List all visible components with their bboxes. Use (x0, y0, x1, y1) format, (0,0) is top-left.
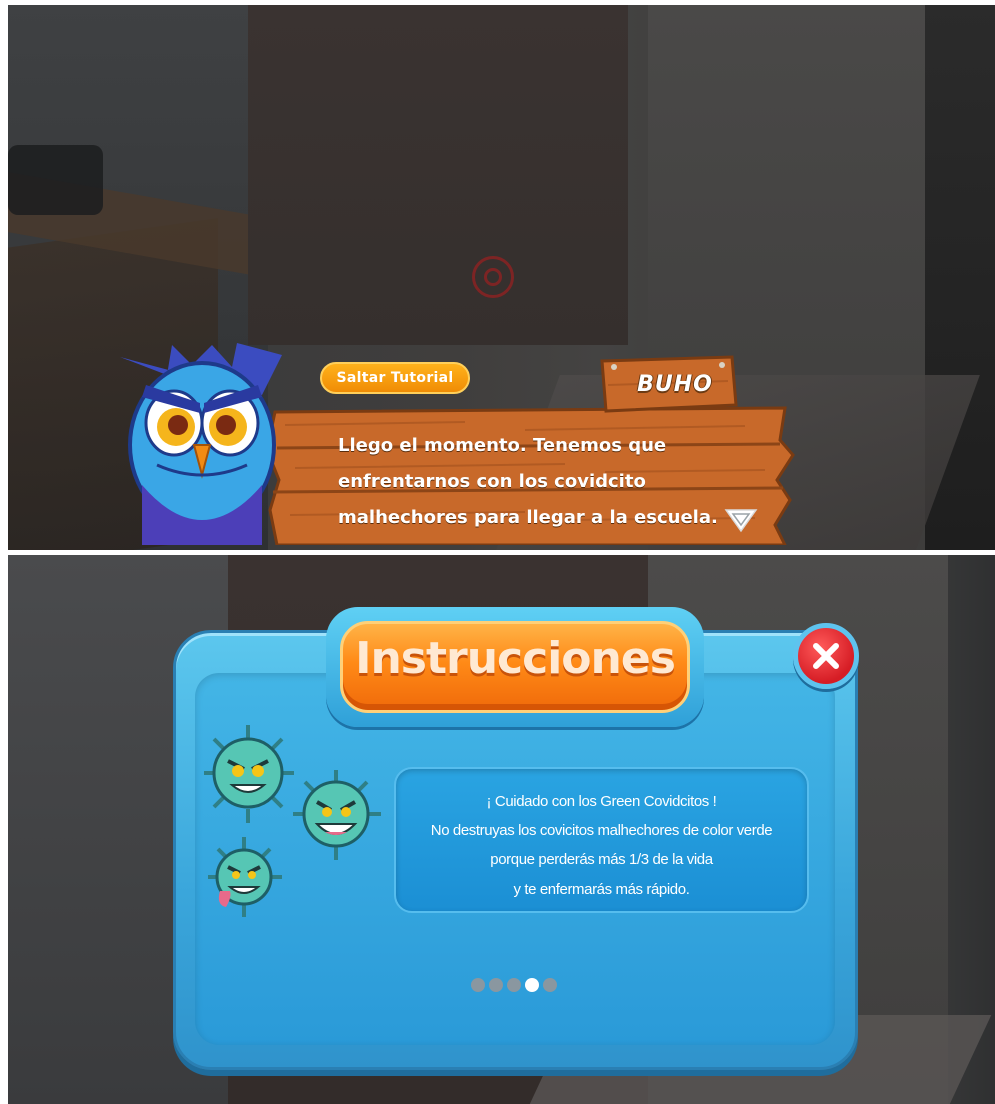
instruction-line: ¡ Cuidado con los Green Covidcitos ! (486, 793, 717, 810)
page-dot[interactable] (489, 978, 503, 992)
instruction-line: porque perderás más 1/3 de la vida (490, 851, 713, 868)
owl-character (120, 343, 282, 545)
virus-group (204, 725, 381, 917)
instructions-screen: Instrucciones ¡ Cuidado con los Green Co… (8, 555, 995, 1104)
instruction-line: y te enfermarás más rápido. (513, 881, 690, 898)
page-dot[interactable] (543, 978, 557, 992)
virus-icon (208, 837, 282, 917)
virus-icon (204, 725, 294, 823)
instructions-title: Instrucciones (355, 633, 676, 684)
next-arrow-icon[interactable] (724, 507, 758, 533)
dialog-line: malhechores para llegar a la escuela. (338, 507, 718, 528)
skip-tutorial-button[interactable]: Saltar Tutorial (320, 362, 470, 394)
page-dot[interactable] (507, 978, 521, 992)
close-button[interactable] (793, 623, 859, 689)
instruction-line: No destruyas los covicitos malhechores d… (430, 822, 773, 839)
virus-icon (293, 770, 381, 860)
dialog-line: enfrentarnos con los covidcito (338, 471, 646, 492)
speaker-name: BUHO (637, 372, 713, 397)
dialog-line: Llego el momento. Tenemos que (338, 435, 667, 456)
page-indicator (471, 978, 571, 994)
page-dot-active[interactable] (525, 978, 539, 992)
reticle-icon (472, 256, 514, 298)
background-box (248, 5, 628, 345)
page-dot[interactable] (471, 978, 485, 992)
background-object (8, 145, 103, 215)
dialog-text: Llego el momento. Tenemos que enfrentarn… (338, 428, 768, 536)
close-icon (813, 643, 839, 669)
